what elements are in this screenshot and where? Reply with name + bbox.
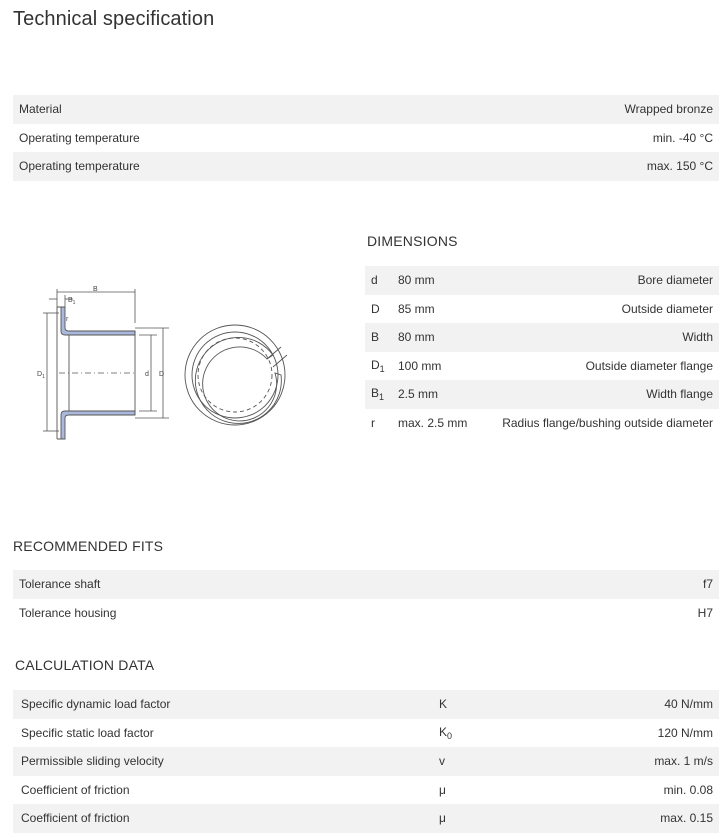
specification-table: Material Wrapped bronze Operating temper…: [13, 95, 719, 181]
calc-value: 120 N/mm: [657, 725, 713, 740]
dimension-row: D 85 mm Outside diameter: [365, 295, 719, 324]
calc-row: Coefficient of friction μ min. 0.08: [13, 776, 719, 805]
fit-row: Tolerance shaft f7: [13, 570, 719, 599]
label-B: B: [93, 286, 98, 293]
spec-row-temp-max: Operating temperature max. 150 °C: [13, 152, 719, 181]
dimension-row: B 80 mm Width: [365, 323, 719, 352]
bushing-technical-drawing: B B1 r D1 d D: [37, 286, 288, 440]
calculation-table: Specific dynamic load factor K 40 N/mm S…: [13, 690, 719, 833]
calc-symbol: v: [439, 754, 445, 769]
calc-value: max. 0.15: [660, 811, 713, 826]
calc-name: Coefficient of friction: [21, 782, 130, 797]
dimension-symbol: D1: [371, 357, 385, 374]
fit-value: f7: [702, 577, 713, 592]
dimension-symbol: B1: [371, 386, 385, 403]
dimension-symbol: d: [371, 273, 378, 288]
calc-symbol: μ: [439, 782, 446, 797]
spec-value: min. -40 °C: [652, 130, 713, 145]
label-D: D: [159, 371, 164, 378]
dimension-value: max. 2.5 mm: [398, 415, 468, 430]
dimensions-table: d 80 mm Bore diameter D 85 mm Outside di…: [365, 266, 719, 437]
calc-value: min. 0.08: [663, 782, 713, 797]
dimension-description: Bore diameter: [637, 273, 713, 288]
dimension-description: Width flange: [646, 387, 713, 402]
label-D1: D1: [37, 371, 45, 380]
spec-label: Operating temperature: [19, 130, 140, 145]
label-B1: B1: [68, 297, 76, 306]
dimension-description: Outside diameter flange: [585, 358, 713, 373]
dimension-symbol: D: [371, 301, 380, 316]
spec-value: Wrapped bronze: [624, 102, 714, 117]
calc-value: 40 N/mm: [664, 697, 713, 712]
dimension-value: 80 mm: [398, 273, 435, 288]
spec-label: Operating temperature: [19, 159, 140, 174]
calc-name: Specific static load factor: [21, 725, 154, 740]
dimension-value: 85 mm: [398, 301, 435, 316]
dimension-row: d 80 mm Bore diameter: [365, 266, 719, 295]
calc-row: Permissible sliding velocity v max. 1 m/…: [13, 747, 719, 776]
dimension-description: Radius flange/bushing outside diameter: [502, 415, 713, 430]
page-title: Technical specification: [13, 8, 215, 30]
dimension-row: B1 2.5 mm Width flange: [365, 380, 719, 409]
dimension-row: D1 100 mm Outside diameter flange: [365, 352, 719, 381]
calc-value: max. 1 m/s: [654, 754, 713, 769]
spec-row-temp-min: Operating temperature min. -40 °C: [13, 124, 719, 153]
fits-table: Tolerance shaft f7 Tolerance housing H7: [13, 570, 719, 627]
calc-row: Specific static load factor K0 120 N/mm: [13, 719, 719, 748]
spec-row-material: Material Wrapped bronze: [13, 95, 719, 124]
dimension-value: 2.5 mm: [398, 387, 439, 402]
calc-row: Coefficient of friction μ max. 0.15: [13, 804, 719, 833]
spec-value: max. 150 °C: [646, 159, 713, 174]
spec-label: Material: [19, 102, 62, 117]
dimension-value: 80 mm: [398, 330, 435, 345]
dimension-description: Width: [682, 330, 713, 345]
dimensions-heading: DIMENSIONS: [367, 233, 458, 249]
calc-name: Coefficient of friction: [21, 811, 130, 826]
calculation-heading: CALCULATION DATA: [15, 657, 155, 673]
fits-heading: RECOMMENDED FITS: [13, 538, 164, 554]
label-d: d: [145, 371, 149, 378]
calc-symbol: K0: [439, 724, 453, 741]
calc-symbol: μ: [439, 811, 446, 826]
dimension-value: 100 mm: [398, 358, 442, 373]
dimension-symbol: r: [371, 415, 375, 430]
calc-name: Permissible sliding velocity: [21, 754, 164, 769]
dimension-description: Outside diameter: [621, 301, 713, 316]
calc-row: Specific dynamic load factor K 40 N/mm: [13, 690, 719, 719]
fit-label: Tolerance shaft: [19, 577, 101, 592]
fit-label: Tolerance housing: [19, 605, 117, 620]
label-r: r: [66, 316, 69, 323]
fit-value: H7: [697, 605, 713, 620]
dimension-row: r max. 2.5 mm Radius flange/bushing outs…: [365, 409, 719, 438]
dimension-symbol: B: [371, 330, 380, 345]
fit-row: Tolerance housing H7: [13, 599, 719, 628]
calc-symbol: K: [439, 697, 448, 712]
calc-name: Specific dynamic load factor: [21, 697, 171, 712]
